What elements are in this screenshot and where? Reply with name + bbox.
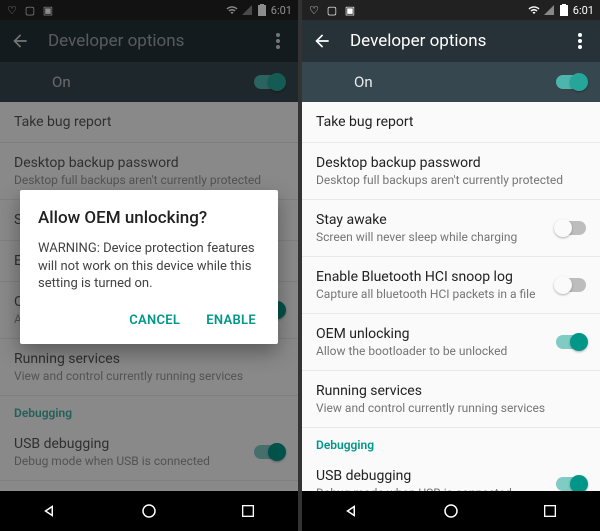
- nav-back-icon[interactable]: [341, 500, 363, 522]
- nav-home-icon[interactable]: [440, 500, 462, 522]
- toggle[interactable]: [254, 445, 284, 459]
- master-switch-label: On: [52, 73, 254, 91]
- toggle[interactable]: [556, 221, 586, 235]
- heart-icon: ♡: [6, 4, 18, 16]
- back-icon[interactable]: [10, 31, 30, 51]
- nav-recent-icon[interactable]: [539, 500, 561, 522]
- wifi-icon: [226, 4, 238, 16]
- toggle[interactable]: [556, 278, 586, 292]
- statusbar: ♡ ▢ ▣ 6:01: [0, 0, 298, 20]
- dialog-oem-unlock: Allow OEM unlocking? WARNING: Device pro…: [20, 190, 278, 344]
- briefcase-icon: ▣: [42, 4, 54, 16]
- picture-icon: ▢: [326, 4, 338, 16]
- toggle[interactable]: [556, 477, 586, 491]
- list-item[interactable]: Stay awakeScreen will never sleep while …: [302, 200, 600, 257]
- overflow-menu-icon[interactable]: [268, 33, 288, 49]
- section-header: Debugging: [0, 396, 298, 424]
- list-item[interactable]: USB debuggingDebug mode when USB is conn…: [0, 424, 298, 481]
- appbar: Developer options: [0, 20, 298, 62]
- signal-icon: [543, 4, 555, 16]
- cancel-button[interactable]: CANCEL: [125, 307, 184, 334]
- list-item[interactable]: Enable Bluetooth HCI snoop logCapture al…: [302, 257, 600, 314]
- dialog-title: Allow OEM unlocking?: [38, 208, 260, 228]
- settings-list: Take bug report Desktop backup passwordD…: [302, 102, 600, 513]
- clock-text: 6:01: [271, 4, 292, 17]
- nav-back-icon[interactable]: [39, 500, 61, 522]
- briefcase-icon: ▣: [344, 4, 356, 16]
- list-item[interactable]: Desktop backup passwordDesktop full back…: [302, 143, 600, 200]
- dialog-body: WARNING: Device protection features will…: [38, 240, 260, 293]
- appbar-title: Developer options: [350, 31, 570, 51]
- navbar: [302, 491, 600, 531]
- master-switch-toggle[interactable]: [556, 75, 586, 89]
- list-item[interactable]: Running servicesView and control current…: [302, 371, 600, 428]
- battery-icon: [256, 4, 268, 16]
- list-item[interactable]: Take bug report: [302, 102, 600, 143]
- phone-right: ♡ ▢ ▣ 6:01 Developer options On Take bug…: [302, 0, 600, 531]
- list-item[interactable]: OEM unlockingAllow the bootloader to be …: [302, 314, 600, 371]
- nav-recent-icon[interactable]: [237, 500, 259, 522]
- heart-icon: ♡: [308, 4, 320, 16]
- appbar-title: Developer options: [48, 31, 268, 51]
- battery-icon: [558, 4, 570, 16]
- picture-icon: ▢: [24, 4, 36, 16]
- section-header: Debugging: [302, 428, 600, 456]
- overflow-menu-icon[interactable]: [570, 33, 590, 49]
- master-switch-toggle[interactable]: [254, 75, 284, 89]
- master-switch-row[interactable]: On: [0, 62, 298, 102]
- signal-icon: [241, 4, 253, 16]
- back-icon[interactable]: [312, 31, 332, 51]
- phone-left: ♡ ▢ ▣ 6:01 Developer options On Take bug…: [0, 0, 298, 531]
- wifi-icon: [528, 4, 540, 16]
- toggle[interactable]: [556, 335, 586, 349]
- master-switch-row[interactable]: On: [302, 62, 600, 102]
- enable-button[interactable]: ENABLE: [202, 307, 260, 334]
- list-item[interactable]: Running servicesView and control current…: [0, 339, 298, 396]
- clock-text: 6:01: [573, 4, 594, 17]
- appbar: Developer options: [302, 20, 600, 62]
- list-item[interactable]: Take bug report: [0, 102, 298, 143]
- navbar: [0, 491, 298, 531]
- statusbar: ♡ ▢ ▣ 6:01: [302, 0, 600, 20]
- nav-home-icon[interactable]: [138, 500, 160, 522]
- master-switch-label: On: [354, 73, 556, 91]
